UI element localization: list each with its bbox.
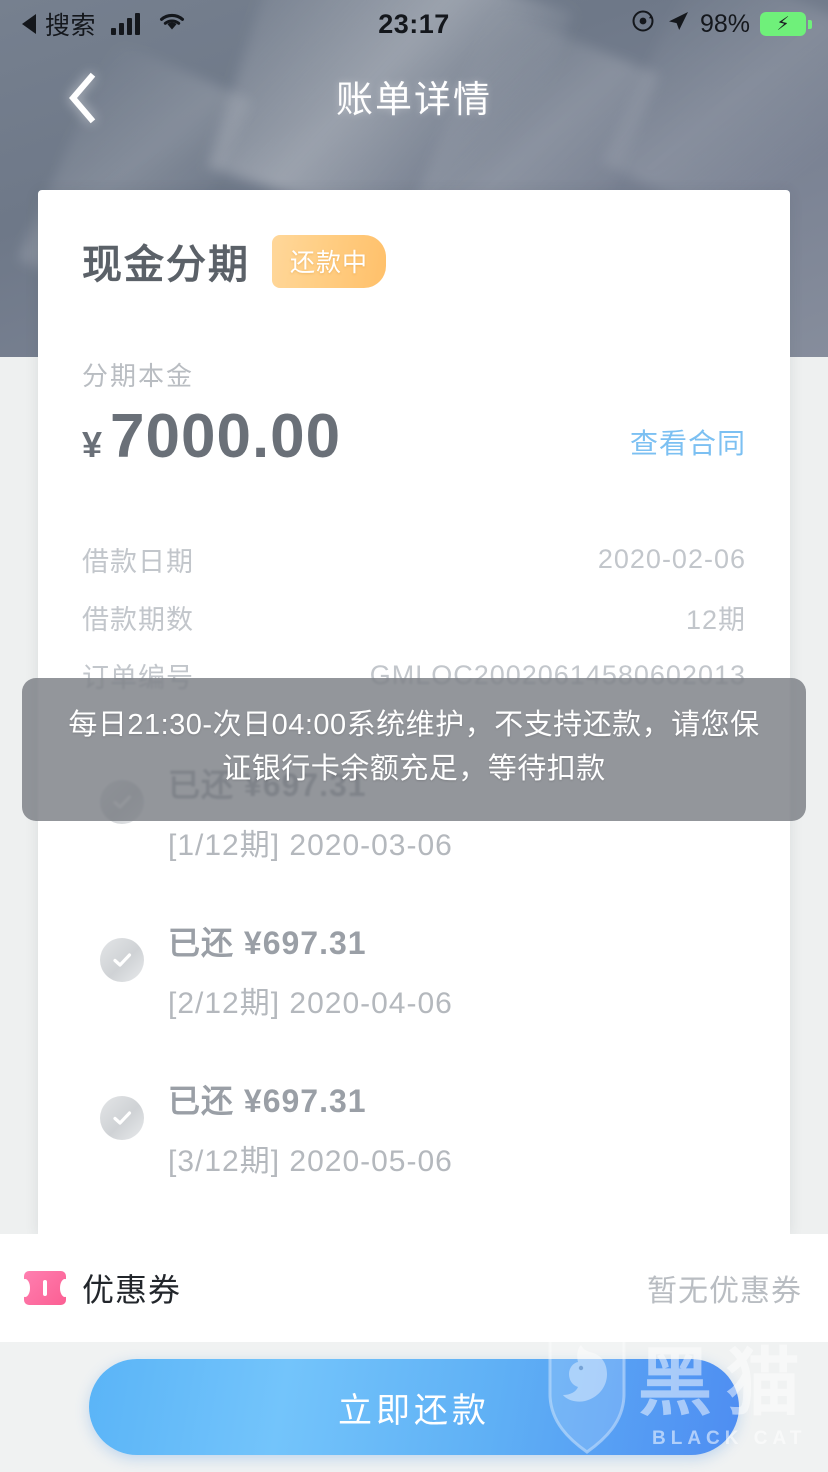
repayment-amount: 已还 ¥697.31 xyxy=(168,1083,367,1119)
product-name: 现金分期 xyxy=(82,243,250,287)
rotation-lock-icon xyxy=(630,8,656,41)
repayment-period: [3/12期] 2020-05-06 xyxy=(168,1145,453,1178)
info-value: 2020-02-06 xyxy=(597,543,746,574)
battery-charging-icon: ⚡ xyxy=(760,12,812,36)
check-circle-icon xyxy=(100,1096,144,1140)
coupon-row[interactable]: 优惠券 暂无优惠券 xyxy=(0,1234,828,1342)
page-title: 账单详情 xyxy=(336,79,492,120)
coupon-left: 优惠券 xyxy=(20,1265,182,1311)
status-badge: 还款中 xyxy=(272,234,387,288)
bottom-bar: 优惠券 暂无优惠券 立即还款 xyxy=(0,1234,828,1472)
repayment-item[interactable]: 已还 ¥697.31 [2/12期] 2020-04-06 xyxy=(82,892,746,1050)
battery-percent-label: 98% xyxy=(699,9,750,38)
product-header: 现金分期 还款中 xyxy=(82,190,746,290)
info-row: 借款日期 2020-02-06 xyxy=(82,530,746,588)
coupon-status: 暂无优惠券 xyxy=(647,1275,802,1308)
info-row: 借款期数 12期 xyxy=(82,588,746,646)
repayment-period: [2/12期] 2020-04-06 xyxy=(168,987,453,1020)
currency-symbol: ¥ xyxy=(82,424,103,465)
app-screen: 搜索 23:17 98% ⚡ 账单详情 现金分期 还款中 分期本金 ¥ 7000… xyxy=(0,0,828,1472)
principal-amount-row: ¥ 7000.00 查看合同 xyxy=(82,401,746,472)
repayment-amount-due: 待还 ¥697.31 xyxy=(168,1208,746,1234)
nav-bar: 账单详情 xyxy=(0,48,828,144)
principal-value: 7000.00 xyxy=(110,402,342,471)
principal-label: 分期本金 xyxy=(82,361,195,391)
status-bar-right: 98% ⚡ xyxy=(630,8,812,41)
repay-now-button[interactable]: 立即还款 xyxy=(89,1359,739,1455)
info-label: 借款期数 xyxy=(82,604,194,635)
info-value: 12期 xyxy=(685,604,746,635)
repayment-item[interactable]: 已还 ¥697.31 [3/12期] 2020-05-06 xyxy=(82,1050,746,1208)
principal-amount: ¥ 7000.00 xyxy=(82,401,341,472)
view-contract-link[interactable]: 查看合同 xyxy=(630,422,746,472)
repayment-item[interactable]: 待还 ¥697.31 xyxy=(82,1208,746,1234)
location-arrow-icon xyxy=(666,9,690,40)
repayment-period: [1/12期] 2020-03-06 xyxy=(168,829,453,862)
ticket-icon xyxy=(20,1271,70,1305)
maintenance-toast: 每日21:30-次日04:00系统维护，不支持还款，请您保证银行卡余额充足，等待… xyxy=(22,678,806,821)
info-label: 借款日期 xyxy=(82,546,194,577)
check-circle-icon xyxy=(100,938,144,982)
pay-area: 立即还款 xyxy=(0,1342,828,1472)
status-bar: 搜索 23:17 98% ⚡ xyxy=(0,0,828,48)
coupon-label: 优惠券 xyxy=(82,1272,182,1308)
repayment-amount: 已还 ¥697.31 xyxy=(168,925,367,961)
